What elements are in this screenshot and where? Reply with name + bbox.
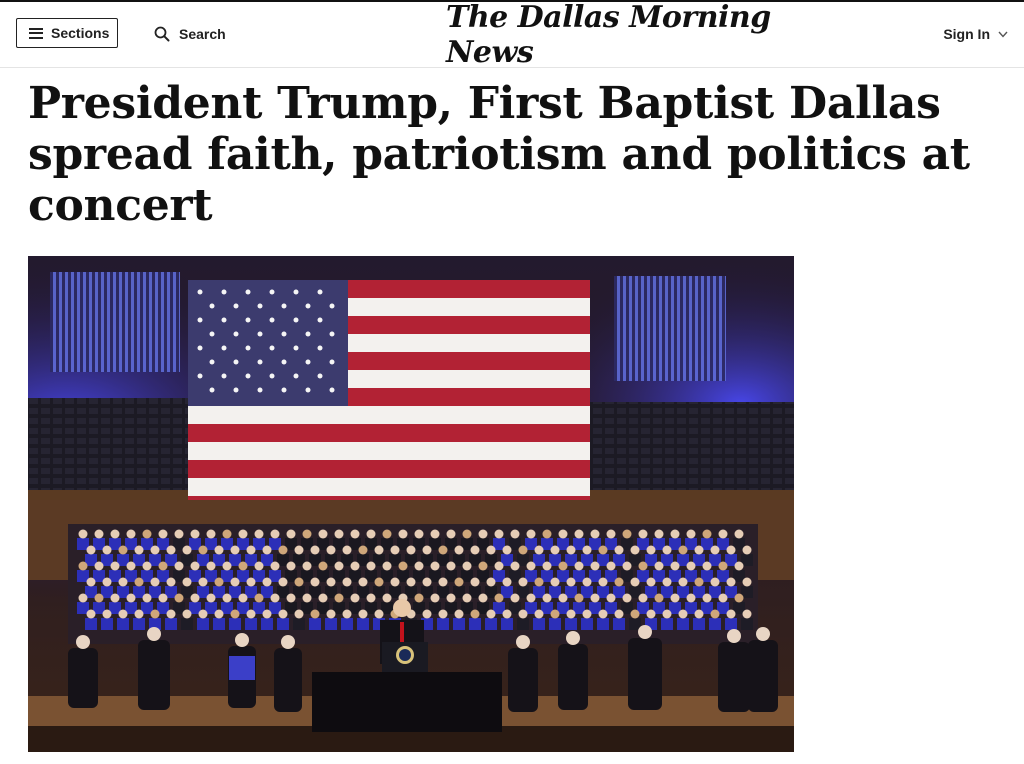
sign-in-button[interactable]: Sign In xyxy=(943,24,1008,44)
search-label: Search xyxy=(179,26,226,42)
hamburger-icon xyxy=(29,27,43,39)
photo-caption xyxy=(28,754,808,764)
search-icon xyxy=(154,26,170,42)
concert-photo-illustration xyxy=(28,256,794,752)
search-button[interactable]: Search xyxy=(154,24,226,44)
site-header: Sections Search The Dallas Morning News … xyxy=(0,0,1024,70)
sections-label: Sections xyxy=(51,25,110,41)
sign-in-label: Sign In xyxy=(943,26,990,42)
american-flag xyxy=(188,280,590,513)
site-logo[interactable]: The Dallas Morning News xyxy=(446,0,776,70)
sections-button[interactable]: Sections xyxy=(16,18,118,48)
chevron-down-icon xyxy=(998,31,1008,38)
article-photo[interactable] xyxy=(28,256,794,752)
article-headline: President Trump, First Baptist Dallas sp… xyxy=(28,78,970,231)
